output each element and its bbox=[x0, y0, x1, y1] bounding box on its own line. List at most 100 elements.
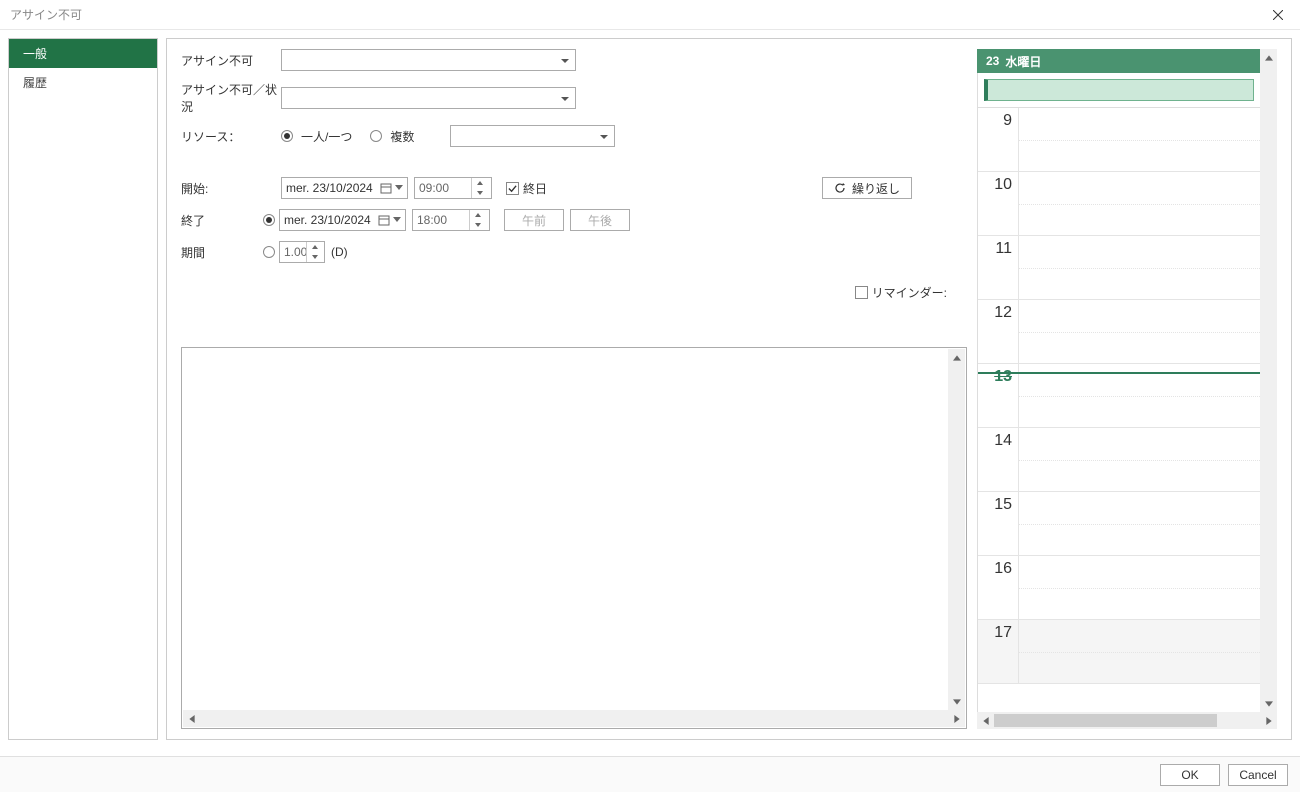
start-date-value: mer. 23/10/2024 bbox=[286, 181, 373, 195]
resource-combo[interactable] bbox=[450, 125, 615, 147]
end-time-spinner[interactable] bbox=[412, 209, 490, 231]
end-label: 終了 bbox=[181, 212, 263, 229]
calendar-hour-label: 15 bbox=[978, 492, 1018, 555]
duration-radio[interactable] bbox=[263, 246, 275, 258]
start-time-value[interactable] bbox=[415, 181, 471, 195]
resource-label: リソース： bbox=[181, 128, 281, 145]
scroll-left-icon[interactable] bbox=[183, 710, 200, 727]
ok-button[interactable]: OK bbox=[1160, 764, 1220, 786]
end-radio[interactable] bbox=[263, 214, 275, 226]
close-button[interactable] bbox=[1255, 0, 1300, 30]
calendar-hour-slot[interactable]: 9 bbox=[978, 108, 1260, 172]
chevron-down-icon bbox=[393, 185, 405, 191]
calendar-slot-body[interactable] bbox=[1018, 172, 1260, 235]
unassignable-status-label: アサイン不可／状況 bbox=[181, 81, 281, 115]
calendar-panel: 23 水曜日 91011121314151617 bbox=[977, 49, 1277, 729]
allday-label: 終日 bbox=[523, 180, 547, 197]
calendar-slot-body[interactable] bbox=[1018, 556, 1260, 619]
scroll-up-icon[interactable] bbox=[1260, 49, 1277, 66]
start-label: 開始: bbox=[181, 180, 281, 197]
resource-radio-group: 一人/一つ 複数 bbox=[281, 128, 428, 145]
calendar-hour-slot[interactable]: 15 bbox=[978, 492, 1260, 556]
main-area: 一般 履歴 アサイン不可 アサイン不可／状況 リソース： 一人/一つ bbox=[0, 30, 1300, 748]
calendar-day-number: 23 bbox=[986, 54, 999, 68]
close-icon bbox=[1273, 10, 1283, 20]
calendar-hour-slot[interactable]: 12 bbox=[978, 300, 1260, 364]
calendar-hour-label: 9 bbox=[978, 108, 1018, 171]
sidebar-item-general[interactable]: 一般 bbox=[9, 39, 157, 68]
reminder-checkbox[interactable] bbox=[855, 286, 868, 299]
calendar-slot-body[interactable] bbox=[1018, 428, 1260, 491]
cancel-button[interactable]: Cancel bbox=[1228, 764, 1288, 786]
calendar-allday-event[interactable] bbox=[984, 79, 1254, 101]
calendar-now-line bbox=[978, 372, 1260, 374]
notes-textarea[interactable] bbox=[181, 347, 967, 729]
start-time-spinner[interactable] bbox=[414, 177, 492, 199]
sidebar-item-label: 履歴 bbox=[23, 76, 47, 90]
calendar-slot-body[interactable] bbox=[1018, 108, 1260, 171]
start-date-input[interactable]: mer. 23/10/2024 bbox=[281, 177, 408, 199]
sidebar-item-history[interactable]: 履歴 bbox=[9, 68, 157, 97]
resource-radio-single-label: 一人/一つ bbox=[301, 128, 352, 145]
calendar-slot-body[interactable] bbox=[1018, 236, 1260, 299]
calendar-hour-label: 16 bbox=[978, 556, 1018, 619]
repeat-label: 繰り返し bbox=[852, 180, 900, 197]
calendar-hour-slot[interactable]: 11 bbox=[978, 236, 1260, 300]
calendar-hour-label: 10 bbox=[978, 172, 1018, 235]
calendar-icon bbox=[379, 181, 393, 195]
notes-scrollbar-vertical[interactable] bbox=[948, 349, 965, 710]
calendar-hour-slot[interactable]: 13 bbox=[978, 364, 1260, 428]
sidebar: 一般 履歴 bbox=[8, 38, 158, 740]
scroll-right-icon[interactable] bbox=[948, 710, 965, 727]
scroll-up-icon[interactable] bbox=[948, 349, 965, 366]
content-panel: アサイン不可 アサイン不可／状況 リソース： 一人/一つ 複数 bbox=[166, 38, 1292, 740]
chevron-down-icon bbox=[391, 217, 403, 223]
resource-radio-multi[interactable] bbox=[370, 130, 382, 142]
calendar-hour-label: 11 bbox=[978, 236, 1018, 299]
end-date-input[interactable]: mer. 23/10/2024 bbox=[279, 209, 406, 231]
scroll-right-icon[interactable] bbox=[1260, 712, 1277, 729]
end-date-value: mer. 23/10/2024 bbox=[284, 213, 371, 227]
calendar-hour-label: 14 bbox=[978, 428, 1018, 491]
calendar-hour-slot[interactable]: 16 bbox=[978, 556, 1260, 620]
calendar-scrollbar-vertical[interactable] bbox=[1260, 49, 1277, 712]
duration-spinner[interactable] bbox=[279, 241, 325, 263]
duration-value[interactable] bbox=[280, 245, 306, 259]
allday-checkbox[interactable] bbox=[506, 182, 519, 195]
calendar-hour-slot[interactable]: 10 bbox=[978, 172, 1260, 236]
duration-unit: (D) bbox=[331, 245, 348, 259]
duration-label: 期間 bbox=[181, 244, 263, 261]
unassignable-combo[interactable] bbox=[281, 49, 576, 71]
window-title: アサイン不可 bbox=[10, 6, 82, 23]
calendar-scrollbar-horizontal[interactable] bbox=[977, 712, 1277, 729]
notes-area bbox=[181, 347, 967, 729]
end-time-value[interactable] bbox=[413, 213, 469, 227]
form-area: アサイン不可 アサイン不可／状況 リソース： 一人/一つ 複数 bbox=[181, 49, 967, 729]
spinner-buttons[interactable] bbox=[471, 178, 487, 198]
resource-radio-single[interactable] bbox=[281, 130, 293, 142]
calendar-body[interactable]: 91011121314151617 bbox=[977, 73, 1260, 712]
refresh-icon bbox=[834, 182, 846, 194]
calendar-hour-label: 12 bbox=[978, 300, 1018, 363]
unassignable-label: アサイン不可 bbox=[181, 52, 281, 69]
scroll-left-icon[interactable] bbox=[977, 712, 994, 729]
repeat-button[interactable]: 繰り返し bbox=[822, 177, 912, 199]
scroll-down-icon[interactable] bbox=[1260, 695, 1277, 712]
sidebar-item-label: 一般 bbox=[23, 47, 47, 61]
notes-scrollbar-horizontal[interactable] bbox=[183, 710, 965, 727]
calendar-slot-body[interactable] bbox=[1018, 492, 1260, 555]
spinner-buttons[interactable] bbox=[306, 242, 322, 262]
calendar-header: 23 水曜日 bbox=[977, 49, 1277, 73]
scrollbar-thumb[interactable] bbox=[994, 714, 1217, 727]
calendar-hour-slot[interactable]: 17 bbox=[978, 620, 1260, 684]
scroll-down-icon[interactable] bbox=[948, 693, 965, 710]
unassignable-status-combo[interactable] bbox=[281, 87, 576, 109]
pm-button[interactable]: 午後 bbox=[570, 209, 630, 231]
calendar-hour-slot[interactable]: 14 bbox=[978, 428, 1260, 492]
spinner-buttons[interactable] bbox=[469, 210, 485, 230]
calendar-hour-label: 17 bbox=[978, 620, 1018, 683]
calendar-slot-body[interactable] bbox=[1018, 300, 1260, 363]
calendar-icon bbox=[377, 213, 391, 227]
am-button[interactable]: 午前 bbox=[504, 209, 564, 231]
calendar-slot-body[interactable] bbox=[1018, 620, 1260, 683]
